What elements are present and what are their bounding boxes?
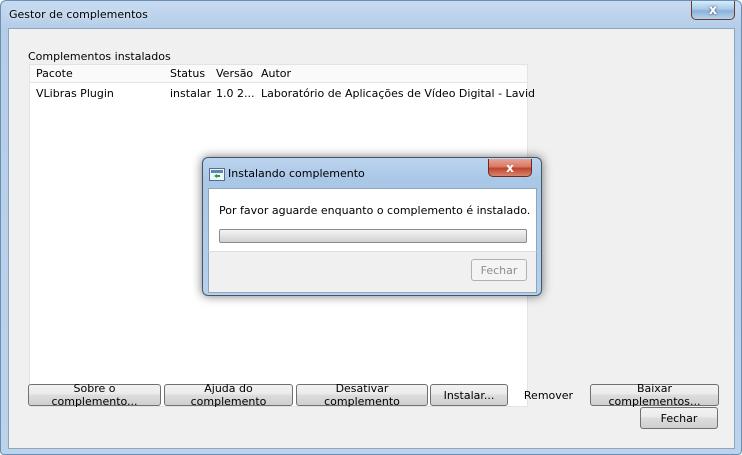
- cell-status: instalar: [170, 87, 212, 100]
- dialog-footer: Fechar: [208, 251, 537, 293]
- list-header: Pacote Status Versão Autor: [30, 65, 527, 83]
- dialog-close-button[interactable]: x: [488, 159, 532, 177]
- close-icon: x: [708, 2, 718, 18]
- close-button[interactable]: Fechar: [640, 407, 718, 429]
- about-addon-button[interactable]: Sobre o complemento...: [28, 382, 161, 408]
- title-bar[interactable]: Gestor de complementos x: [1, 1, 741, 27]
- remove-button[interactable]: Remover: [510, 384, 587, 406]
- dialog-title: Instalando complemento: [228, 167, 365, 180]
- disable-addon-button[interactable]: Desativar complemento: [296, 382, 428, 408]
- install-progress-bar: [219, 229, 527, 243]
- install-button[interactable]: Instalar...: [430, 384, 508, 406]
- column-header-package[interactable]: Pacote: [36, 67, 73, 80]
- column-header-author[interactable]: Autor: [261, 67, 291, 80]
- cell-package: VLibras Plugin: [36, 87, 114, 100]
- dialog-close-text-button[interactable]: Fechar: [471, 259, 527, 281]
- column-header-version[interactable]: Versão: [216, 67, 253, 80]
- table-row[interactable]: VLibras Plugin instalar 1.0 2... Laborat…: [30, 85, 535, 102]
- window-title: Gestor de complementos: [9, 8, 148, 21]
- window-close-button[interactable]: x: [691, 1, 735, 20]
- installed-section-label: Complementos instalados: [28, 50, 171, 63]
- install-app-icon: [209, 168, 225, 181]
- dialog-message: Por favor aguarde enquanto o complemento…: [219, 204, 531, 217]
- installing-dialog: Instalando complemento x Por favor aguar…: [202, 157, 542, 296]
- dialog-body: Por favor aguarde enquanto o complemento…: [208, 188, 537, 252]
- download-addons-button[interactable]: Baixar complementos...: [590, 382, 719, 408]
- addon-help-button[interactable]: Ajuda do complemento: [164, 382, 293, 408]
- close-icon: x: [506, 160, 514, 175]
- column-header-status[interactable]: Status: [170, 67, 205, 80]
- cell-author: Laboratório de Aplicações de Vídeo Digit…: [261, 87, 535, 100]
- cell-version: 1.0 2...: [216, 87, 255, 100]
